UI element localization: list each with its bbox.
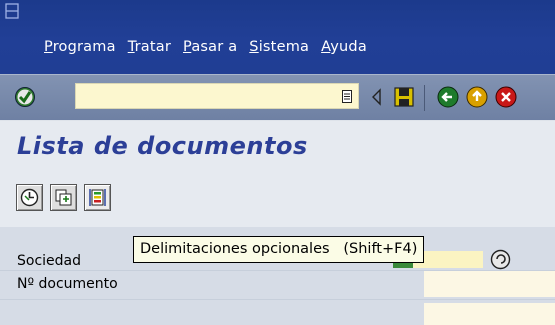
dropdown-icon[interactable] bbox=[342, 90, 352, 103]
menu-items: Programa Tratar Pasar a Sistema Ayuda bbox=[44, 39, 379, 55]
toolbar-separator bbox=[424, 85, 425, 111]
menu-programa[interactable]: Programa bbox=[44, 39, 116, 55]
back-icon[interactable] bbox=[437, 86, 459, 108]
menu-ayuda[interactable]: Ayuda bbox=[321, 39, 367, 55]
application-toolbar bbox=[0, 172, 555, 227]
sociedad-label: Sociedad bbox=[17, 253, 82, 269]
page-title: Lista de documentos bbox=[17, 132, 308, 160]
match-code-icon[interactable] bbox=[490, 249, 511, 270]
menu-bar: Programa Tratar Pasar a Sistema Ayuda bbox=[0, 0, 555, 74]
next-row-input[interactable] bbox=[424, 303, 555, 325]
documento-label: Nº documento bbox=[17, 276, 118, 292]
enter-icon[interactable] bbox=[14, 86, 36, 108]
exit-icon[interactable] bbox=[466, 86, 488, 108]
back-arrow-icon[interactable] bbox=[370, 86, 384, 108]
menu-tratar[interactable]: Tratar bbox=[128, 39, 171, 55]
cancel-icon[interactable] bbox=[495, 86, 517, 108]
standard-toolbar bbox=[0, 74, 555, 120]
get-variant-button[interactable] bbox=[50, 184, 77, 211]
title-bar: Lista de documentos bbox=[0, 121, 555, 172]
documento-input[interactable] bbox=[424, 271, 555, 297]
optional-delimitations-button[interactable] bbox=[84, 184, 111, 211]
tooltip: Delimitaciones opcionales (Shift+F4) bbox=[133, 236, 425, 263]
get-variant-icon bbox=[55, 189, 72, 206]
save-icon[interactable] bbox=[393, 86, 415, 108]
system-menu-icon[interactable] bbox=[4, 2, 22, 22]
menu-pasar-a[interactable]: Pasar a bbox=[183, 39, 237, 55]
optional-delimitations-icon bbox=[89, 189, 106, 206]
execute-button[interactable] bbox=[16, 184, 43, 211]
menu-sistema[interactable]: Sistema bbox=[249, 39, 309, 55]
row-documento: Nº documento bbox=[0, 270, 555, 300]
execute-icon bbox=[20, 188, 39, 207]
command-field[interactable] bbox=[75, 83, 359, 109]
